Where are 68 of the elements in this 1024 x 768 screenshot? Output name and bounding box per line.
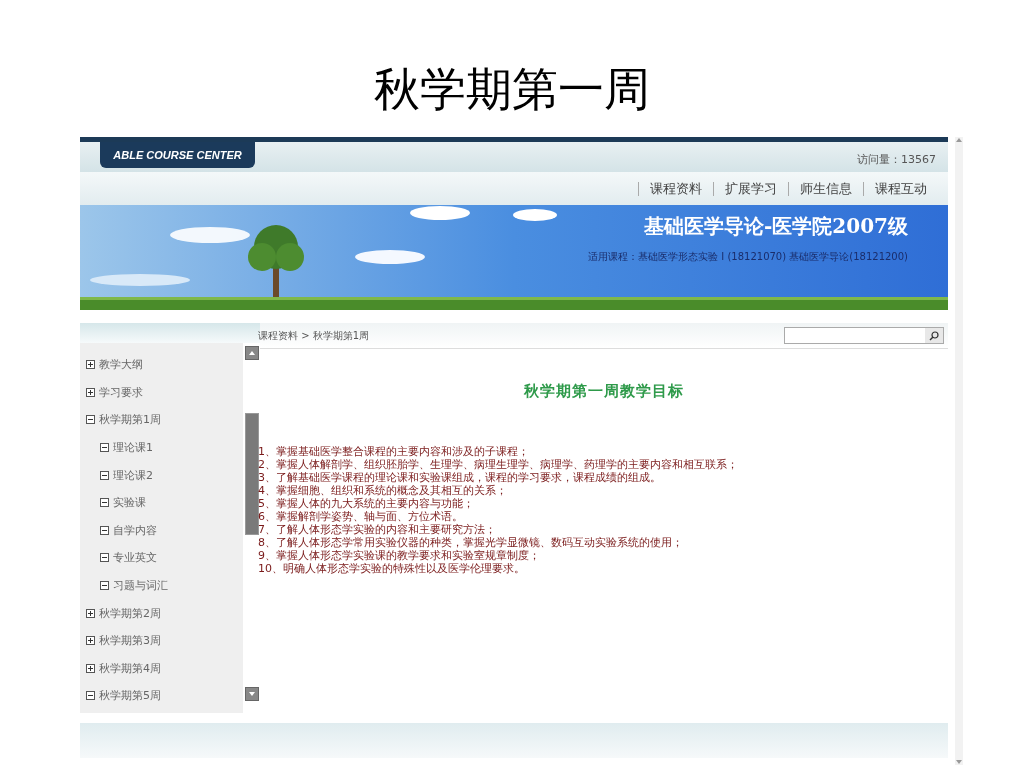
tree-item[interactable]: 实验课 xyxy=(80,488,243,517)
collapse-icon[interactable] xyxy=(86,415,95,425)
tree-label: 实验课 xyxy=(113,495,146,511)
collapse-icon[interactable] xyxy=(100,525,109,535)
objective-text: 4、掌握细胞、组织和系统的概念及其相互的关系； xyxy=(258,484,508,497)
scroll-up-icon[interactable] xyxy=(956,137,962,143)
collapse-icon[interactable] xyxy=(100,443,109,453)
scroll-up-icon[interactable] xyxy=(244,346,259,360)
tree-item[interactable]: 理论课1 xyxy=(80,433,243,462)
tree-item[interactable]: 自学内容 xyxy=(80,516,243,545)
tree-item[interactable]: 理论课2 xyxy=(80,461,243,489)
search-field[interactable] xyxy=(784,327,944,344)
tree-label: 学习要求 xyxy=(99,384,143,400)
tree-label: 自学内容 xyxy=(113,522,157,538)
tree-item[interactable]: 秋学期第4周 xyxy=(80,654,243,683)
visit-count: 访问量：13567 xyxy=(857,152,936,167)
objective-text: 3、了解基础医学课程的理论课和实验课组成，课程的学习要求，课程成绩的组成。 xyxy=(258,471,662,484)
tree-label: 教学大纲 xyxy=(99,357,143,373)
objective-text: 2、掌握人体解剖学、组织胚胎学、生理学、病理生理学、病理学、药理学的主要内容和相互联系； xyxy=(258,458,739,471)
tree-item[interactable]: 教学大纲 xyxy=(80,351,243,379)
search-icon[interactable] xyxy=(925,328,943,343)
tree-item[interactable]: 专业英文 xyxy=(80,544,243,572)
brand-tab[interactable]: ABLE COURSE CENTER xyxy=(100,142,255,168)
tree-label: 理论课2 xyxy=(113,467,153,483)
objective-text: 10、明确人体形态学实验的特殊性以及医学伦理要求。 xyxy=(258,562,526,575)
scroll-thumb[interactable] xyxy=(244,413,259,535)
course-subtitle: 适用课程：基础医学形态实验 I (18121070) 基础医学导论(18121200) xyxy=(588,250,908,264)
tree-label: 秋学期第3周 xyxy=(99,633,161,649)
tree-label: 理论课1 xyxy=(113,440,153,456)
tree-item[interactable]: 学习要求 xyxy=(80,378,243,407)
objective-text: 7、了解人体形态学实验的内容和主要研究方法； xyxy=(258,523,497,536)
nav-link[interactable]: 课程资料 xyxy=(638,181,713,196)
tree-item[interactable]: 习题与词汇 xyxy=(80,571,243,600)
nav-link[interactable]: 师生信息 xyxy=(788,181,863,196)
collapse-icon[interactable] xyxy=(100,553,109,563)
slide-title: 秋学期第一周 xyxy=(373,63,651,117)
expand-icon[interactable] xyxy=(86,636,95,646)
tree-label: 习题与词汇 xyxy=(113,578,168,594)
nav-link[interactable]: 课程互动 xyxy=(863,181,938,196)
objective-text: 6、掌握解剖学姿势、轴与面、方位术语。 xyxy=(258,510,464,523)
tree-item[interactable]: 秋学期第1周 xyxy=(80,406,243,434)
course-title: 基础医学导论-医学院2007级 xyxy=(644,213,908,240)
expand-icon[interactable] xyxy=(86,608,95,618)
page-scrollbar[interactable] xyxy=(955,137,963,765)
objective-text: 1、掌握基础医学整合课程的主要内容和涉及的子课程； xyxy=(258,445,530,458)
expand-icon[interactable] xyxy=(86,663,95,673)
nav-link[interactable]: 扩展学习 xyxy=(713,181,788,196)
tree-label: 专业英文 xyxy=(113,550,157,566)
tree-label: 秋学期第2周 xyxy=(99,605,161,621)
collapse-icon[interactable] xyxy=(100,470,109,480)
scroll-down-icon[interactable] xyxy=(244,687,259,701)
breadcrumb: 课程资料 > 秋学期第1周 xyxy=(258,328,370,343)
objective-text: 8、了解人体形态学常用实验仪器的种类，掌握光学显微镜、数码互动实验系统的使用； xyxy=(258,536,684,549)
objective-text: 5、掌握人体的九大系统的主要内容与功能； xyxy=(258,497,475,510)
collapse-icon[interactable] xyxy=(100,581,109,591)
scroll-down-icon[interactable] xyxy=(956,759,962,765)
tree-label: 秋学期第5周 xyxy=(99,688,161,704)
expand-icon[interactable] xyxy=(86,387,95,397)
expand-icon[interactable] xyxy=(86,360,95,370)
collapse-icon[interactable] xyxy=(100,498,109,508)
tree-item[interactable]: 秋学期第2周 xyxy=(80,599,243,627)
tree-item[interactable]: 秋学期第5周 xyxy=(80,682,243,710)
tree-label: 秋学期第1周 xyxy=(99,412,161,428)
section-heading: 秋学期第一周教学目标 xyxy=(523,382,685,401)
tree-label: 秋学期第4周 xyxy=(99,660,161,676)
tree-item[interactable]: 秋学期第3周 xyxy=(80,626,243,655)
collapse-icon[interactable] xyxy=(86,691,95,701)
objective-text: 9、掌握人体形态学实验课的教学要求和实验室规章制度； xyxy=(258,549,541,562)
